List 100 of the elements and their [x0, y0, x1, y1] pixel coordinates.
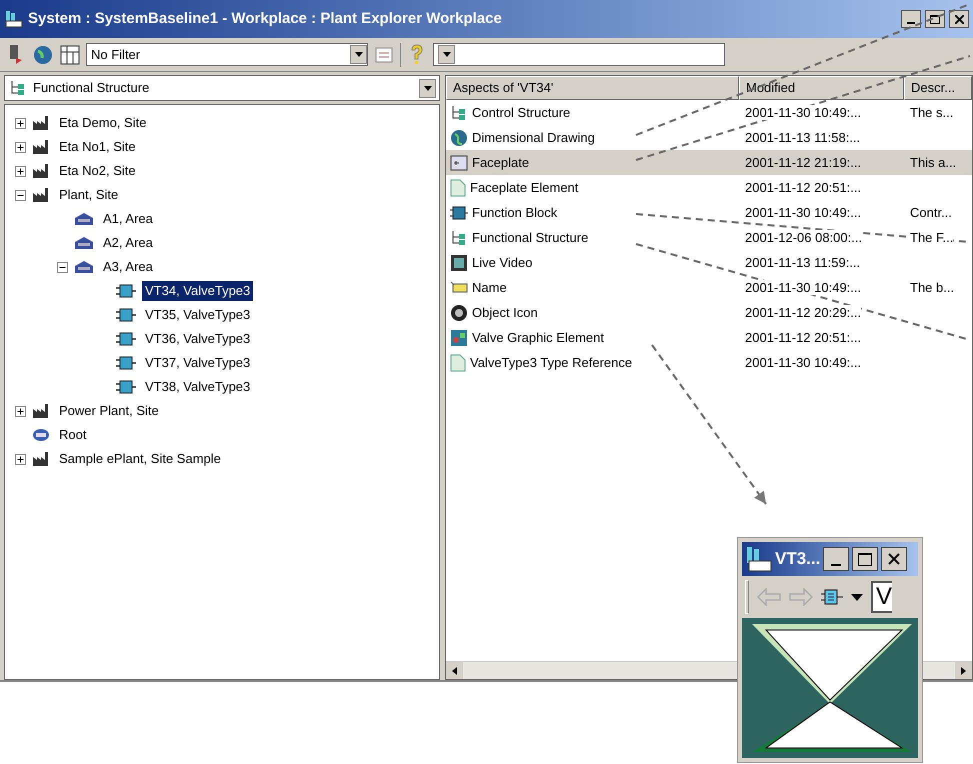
- modified-cell: 2001-11-30 10:49:...: [745, 354, 862, 370]
- aspect-name: Faceplate: [472, 154, 530, 172]
- close-icon: [888, 553, 900, 565]
- scroll-right-icon[interactable]: [961, 666, 966, 674]
- document-icon: [450, 178, 466, 196]
- tree-item[interactable]: VT38, ValveType3: [142, 377, 254, 397]
- caret-icon: [354, 52, 362, 57]
- aspect-name: Live Video: [472, 254, 532, 272]
- structure-dropdown[interactable]: Functional Structure: [4, 75, 440, 101]
- app-icon: [4, 9, 24, 29]
- tree-item[interactable]: A2, Area: [100, 233, 156, 253]
- description-cell: The F...: [910, 230, 954, 245]
- caret-icon: [442, 52, 450, 57]
- dropdown-button[interactable]: [438, 45, 455, 64]
- factory-icon: [32, 403, 50, 419]
- tree-item[interactable]: Eta No2, Site: [56, 161, 139, 181]
- column-header[interactable]: Modified: [739, 76, 904, 100]
- modified-cell: 2001-11-30 10:49:...: [745, 280, 862, 295]
- tree-item[interactable]: VT36, ValveType3: [142, 329, 254, 349]
- grid-icon[interactable]: [60, 44, 80, 64]
- factory-icon: [32, 163, 50, 179]
- caret-icon[interactable]: [851, 594, 863, 600]
- modified-cell: 2001-11-12 20:51:...: [745, 330, 862, 345]
- tree-item[interactable]: Root: [56, 425, 90, 445]
- aspect-name: ValveType3 Type Reference: [470, 354, 632, 372]
- building-icon: [74, 212, 94, 226]
- modified-cell: 2001-12-06 08:00:...: [745, 230, 862, 245]
- dropdown-button[interactable]: [419, 78, 436, 98]
- tree-item[interactable]: A3, Area: [100, 257, 156, 277]
- graphic-icon: [450, 328, 468, 346]
- aspect-name: Valve Graphic Element: [472, 328, 604, 347]
- maximize-button[interactable]: [925, 10, 945, 28]
- scroll-left-icon[interactable]: [452, 666, 457, 674]
- object-field[interactable]: V: [871, 581, 892, 613]
- tree-item[interactable]: VT34, ValveType3: [142, 281, 254, 301]
- collapse-toggle[interactable]: [57, 262, 68, 272]
- hierarchy-icon: [9, 79, 27, 97]
- tree-item[interactable]: Eta No1, Site: [56, 137, 139, 157]
- description-cell: This a...: [910, 154, 956, 170]
- column-header[interactable]: Aspects of 'VT34': [446, 76, 739, 100]
- close-button[interactable]: [881, 547, 908, 571]
- collapse-toggle[interactable]: [15, 190, 26, 200]
- column-header[interactable]: Descr...: [904, 76, 972, 100]
- modified-cell: 2001-11-30 10:49:...: [745, 104, 862, 120]
- filter-dropdown[interactable]: No Filter: [86, 43, 368, 66]
- globe-icon[interactable]: [32, 44, 54, 66]
- tree-item[interactable]: Sample ePlant, Site Sample: [56, 449, 224, 469]
- tree-item[interactable]: Plant, Site: [56, 185, 122, 205]
- document-icon: [450, 354, 466, 372]
- modified-cell: 2001-11-12 20:51:...: [745, 180, 862, 195]
- tree-item[interactable]: VT37, ValveType3: [142, 353, 254, 373]
- tree-item[interactable]: Power Plant, Site: [56, 401, 162, 421]
- factory-icon: [32, 115, 50, 131]
- list-icon[interactable]: [374, 44, 394, 64]
- popup-title: VT3...: [775, 548, 820, 570]
- address-field[interactable]: [433, 43, 725, 66]
- expand-toggle[interactable]: [15, 406, 26, 416]
- minimize-button[interactable]: [901, 10, 921, 28]
- tree-item[interactable]: VT35, ValveType3: [142, 305, 254, 325]
- block-icon: [116, 331, 136, 347]
- expand-toggle[interactable]: [15, 454, 26, 464]
- eye-icon: [450, 304, 468, 322]
- aspect-row[interactable]: Faceplate 2001-11-12 21:19:... This a...: [446, 150, 972, 175]
- factory-icon: [32, 451, 50, 467]
- caret-icon: [424, 86, 432, 90]
- modified-cell: 2001-11-13 11:59:...: [745, 254, 860, 270]
- building-icon: [74, 260, 94, 274]
- aspect-name: Control Structure: [472, 104, 570, 122]
- globe-icon: [450, 128, 468, 146]
- modified-cell: 2001-11-30 10:49:...: [745, 204, 862, 220]
- expand-toggle[interactable]: [15, 118, 26, 128]
- block-icon: [116, 283, 136, 299]
- close-button[interactable]: [949, 10, 969, 28]
- block-icon[interactable]: [821, 588, 843, 606]
- description-cell: The s...: [910, 104, 954, 120]
- aspect-name: Functional Structure: [472, 228, 588, 247]
- aspect-name: Object Icon: [472, 304, 538, 322]
- expand-toggle[interactable]: [15, 142, 26, 152]
- modified-cell: 2001-11-12 20:29:...: [745, 304, 862, 320]
- tree-item[interactable]: A1, Area: [100, 209, 156, 229]
- dropdown-button[interactable]: [350, 45, 367, 64]
- factory-icon: [32, 139, 50, 155]
- aspect-name: Function Block: [472, 204, 558, 222]
- factory-icon: [744, 545, 772, 573]
- block-icon: [116, 379, 136, 395]
- block-icon: [116, 355, 136, 371]
- description-cell: The b...: [910, 280, 954, 295]
- close-icon: [954, 14, 964, 24]
- window-title: System : SystemBaseline1 - Workplace : Plant Explorer Workplace: [28, 8, 502, 29]
- factory-icon: [32, 187, 50, 203]
- maximize-button[interactable]: [852, 547, 878, 571]
- modified-cell: 2001-11-13 11:58:...: [745, 130, 860, 145]
- minimize-button[interactable]: [823, 547, 850, 571]
- expand-toggle[interactable]: [15, 166, 26, 176]
- modified-cell: 2001-11-12 21:19:...: [745, 154, 862, 170]
- hierarchy-icon: [450, 228, 468, 246]
- aspect-name: Name: [472, 278, 507, 297]
- building-icon: [74, 236, 94, 250]
- description-cell: Contr...: [910, 204, 952, 220]
- tree-item[interactable]: Eta Demo, Site: [56, 113, 150, 133]
